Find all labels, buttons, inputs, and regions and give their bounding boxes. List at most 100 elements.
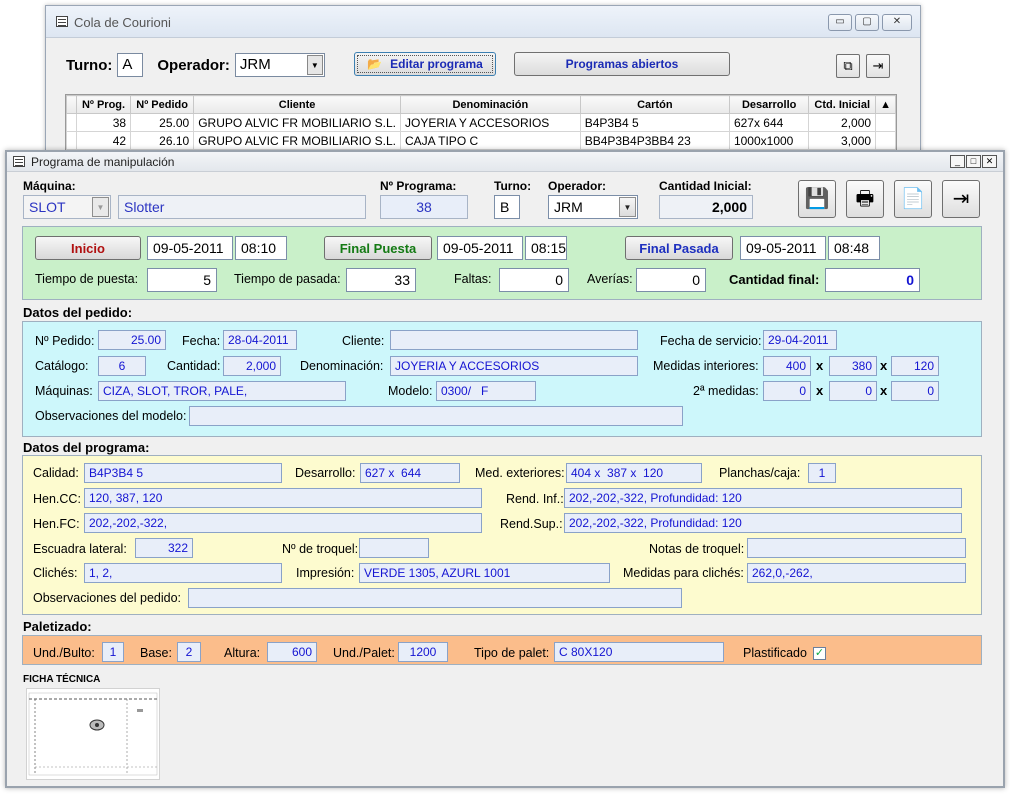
averias-field[interactable]: 0 bbox=[636, 268, 706, 292]
close-button[interactable]: ✕ bbox=[882, 14, 912, 31]
col-header[interactable]: Nº Prog. bbox=[75, 95, 132, 114]
segunda-medida-1[interactable]: 0 bbox=[763, 381, 811, 401]
maximize-button[interactable]: □ bbox=[966, 155, 981, 168]
tiempo-puesta-field[interactable]: 5 bbox=[147, 268, 217, 292]
final-pasada-button[interactable]: Final Pasada bbox=[625, 236, 733, 260]
fecha-servicio-field[interactable]: 29-04-2011 bbox=[763, 330, 837, 350]
obs-pedido-label: Observaciones del pedido: bbox=[33, 591, 182, 605]
obs-pedido-field[interactable] bbox=[188, 588, 682, 608]
print-icon[interactable]: 🖶 bbox=[846, 180, 884, 218]
segunda-medida-3[interactable]: 0 bbox=[891, 381, 939, 401]
exit-door-icon[interactable]: ⇥ bbox=[942, 180, 980, 218]
rend-sup-field[interactable]: 202,-202,-322, Profundidad: 120 bbox=[564, 513, 962, 533]
queue-window-titlebar: Cola de Courioni ▭ ▢ ✕ bbox=[46, 6, 920, 38]
altura-field[interactable]: 600 bbox=[267, 642, 317, 662]
table-cell: CAJA TIPO C bbox=[400, 131, 581, 150]
chevron-down-icon[interactable]: ▼ bbox=[306, 55, 323, 75]
notas-troquel-field[interactable] bbox=[747, 538, 966, 558]
col-header[interactable]: Denominación bbox=[400, 95, 581, 114]
chevron-down-icon[interactable]: ▼ bbox=[619, 197, 636, 217]
minimize-button[interactable]: _ bbox=[950, 155, 965, 168]
scrollbar-track[interactable] bbox=[875, 113, 896, 132]
pasada-date[interactable]: 09-05-2011 bbox=[740, 236, 826, 260]
edit-program-button[interactable]: 📂 Editar programa bbox=[354, 52, 496, 76]
inicio-time[interactable]: 08:10 bbox=[235, 236, 287, 260]
inicio-button[interactable]: Inicio bbox=[35, 236, 141, 260]
troquel-field[interactable] bbox=[359, 538, 429, 558]
pasada-time[interactable]: 08:48 bbox=[828, 236, 880, 260]
maquina-select[interactable]: SLOT ▼ bbox=[23, 195, 111, 219]
final-puesta-button[interactable]: Final Puesta bbox=[324, 236, 432, 260]
medida-interior-1[interactable]: 400 bbox=[763, 356, 811, 376]
nprograma-field[interactable]: 38 bbox=[380, 195, 468, 219]
table-row[interactable]: 42 26.10 GRUPO ALVIC FR MOBILIARIO S.L. … bbox=[66, 131, 896, 150]
plastificado-checkbox[interactable]: ✓ bbox=[813, 647, 826, 660]
turno-input[interactable]: A bbox=[117, 53, 144, 77]
table-row[interactable]: 38 25.00 GRUPO ALVIC FR MOBILIARIO S.L. … bbox=[66, 113, 896, 132]
med-exteriores-field[interactable]: 404 x 387 x 120 bbox=[566, 463, 702, 483]
obs-modelo-field[interactable] bbox=[189, 406, 683, 426]
table-cell: 26.10 bbox=[130, 131, 195, 150]
x-separator: x bbox=[816, 383, 824, 398]
operador-select[interactable]: JRM ▼ bbox=[234, 53, 325, 77]
inicio-date[interactable]: 09-05-2011 bbox=[147, 236, 233, 260]
medida-interior-3[interactable]: 120 bbox=[891, 356, 939, 376]
chevron-down-icon[interactable]: ▼ bbox=[92, 197, 109, 217]
catalogo-field[interactable]: 6 bbox=[98, 356, 146, 376]
operador-select[interactable]: JRM ▼ bbox=[548, 195, 638, 219]
puesta-date[interactable]: 09-05-2011 bbox=[437, 236, 523, 260]
puesta-time[interactable]: 08:15 bbox=[525, 236, 567, 260]
minimize-button[interactable]: ▭ bbox=[828, 14, 852, 31]
planchas-caja-label: Planchas/caja: bbox=[719, 466, 801, 480]
planchas-caja-field[interactable]: 1 bbox=[808, 463, 836, 483]
cliches-field[interactable]: 1, 2, bbox=[84, 563, 282, 583]
ficha-tecnica-thumbnail[interactable] bbox=[26, 688, 160, 780]
desarrollo-field[interactable]: 627 x 644 bbox=[360, 463, 460, 483]
maquinas-field[interactable]: CIZA, SLOT, TROR, PALE, bbox=[98, 381, 346, 401]
col-header[interactable]: Cliente bbox=[193, 95, 402, 114]
maquina-name-field[interactable]: Slotter bbox=[118, 195, 366, 219]
tipo-palet-field[interactable]: C 80X120 bbox=[554, 642, 724, 662]
close-button[interactable]: ✕ bbox=[982, 155, 997, 168]
turno-input[interactable]: B bbox=[494, 195, 520, 219]
col-header[interactable]: Cartón bbox=[579, 95, 730, 114]
denominacion-field[interactable]: JOYERIA Y ACCESORIOS bbox=[390, 356, 638, 376]
turno-label: Turno: bbox=[66, 56, 113, 74]
fecha-field[interactable]: 28-04-2011 bbox=[223, 330, 297, 350]
base-field[interactable]: 2 bbox=[177, 642, 201, 662]
folder-open-icon: 📂 bbox=[367, 57, 383, 71]
cantidad-inicial-field[interactable]: 2,000 bbox=[659, 195, 753, 219]
col-header[interactable]: Ctd. Inicial bbox=[808, 95, 877, 114]
npedido-field[interactable]: 25.00 bbox=[98, 330, 166, 350]
document-icon[interactable]: 📄 bbox=[894, 180, 932, 218]
medida-interior-2[interactable]: 380 bbox=[829, 356, 877, 376]
exit-door-icon[interactable]: ⇥ bbox=[866, 54, 890, 78]
impresion-label: Impresión: bbox=[296, 566, 355, 580]
henfc-field[interactable]: 202,-202,-322, bbox=[84, 513, 482, 533]
col-header[interactable]: Desarrollo bbox=[728, 95, 810, 114]
modelo-field[interactable]: 0300/ F bbox=[436, 381, 536, 401]
hencc-field[interactable]: 120, 387, 120 bbox=[84, 488, 482, 508]
escuadra-field[interactable]: 322 bbox=[135, 538, 193, 558]
segunda-medida-2[interactable]: 0 bbox=[829, 381, 877, 401]
col-header[interactable]: Nº Pedido bbox=[130, 95, 195, 114]
impresion-field[interactable]: VERDE 1305, AZURL 1001 bbox=[359, 563, 610, 583]
maximize-button[interactable]: ▢ bbox=[855, 14, 879, 31]
tiempo-pasada-field[interactable]: 33 bbox=[346, 268, 416, 292]
scrollbar-track[interactable] bbox=[875, 131, 896, 150]
und-palet-field[interactable]: 1200 bbox=[398, 642, 448, 662]
open-programs-button[interactable]: Programas abiertos bbox=[514, 52, 730, 76]
segundas-medidas-label: 2ª medidas: bbox=[693, 384, 759, 398]
cantidad-field[interactable]: 2,000 bbox=[223, 356, 281, 376]
calidad-field[interactable]: B4P3B4 5 bbox=[84, 463, 282, 483]
new-window-icon[interactable]: ⧉ bbox=[836, 54, 860, 78]
medidas-cliches-field[interactable]: 262,0,-262, bbox=[747, 563, 966, 583]
obs-modelo-label: Observaciones del modelo: bbox=[35, 409, 187, 423]
cliente-field[interactable] bbox=[390, 330, 638, 350]
faltas-field[interactable]: 0 bbox=[499, 268, 569, 292]
cantidad-final-field[interactable]: 0 bbox=[825, 268, 920, 292]
und-bulto-field[interactable]: 1 bbox=[102, 642, 124, 662]
rend-inf-field[interactable]: 202,-202,-322, Profundidad: 120 bbox=[564, 488, 962, 508]
scroll-up-icon[interactable]: ▲ bbox=[875, 95, 896, 114]
save-icon[interactable]: 💾 bbox=[798, 180, 836, 218]
